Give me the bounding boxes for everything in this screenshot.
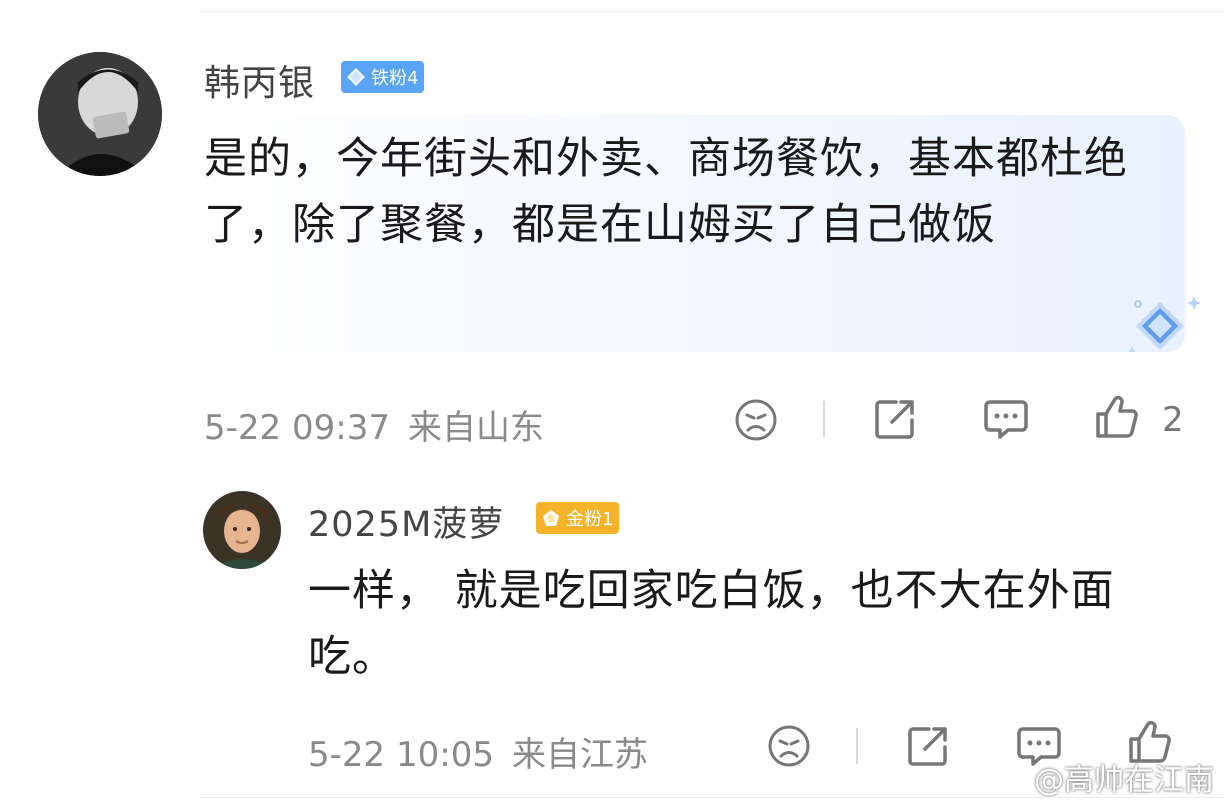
avatar[interactable] <box>38 52 162 176</box>
reply-meta: 5-22 10:05 来自江苏 <box>308 727 666 776</box>
reply-location: 来自江苏 <box>511 735 648 775</box>
reply-avatar[interactable] <box>203 491 281 569</box>
like-count: 2 <box>1162 400 1184 440</box>
diamond-icon <box>345 66 367 88</box>
bottom-divider <box>200 797 1224 798</box>
comment-icon <box>984 400 1028 439</box>
like-button[interactable] <box>1094 394 1140 440</box>
weibo-logo-icon <box>996 764 1032 792</box>
top-divider <box>200 11 1224 12</box>
like-icon <box>1096 395 1138 438</box>
watermark-text: @高帅在江南 <box>1034 763 1214 798</box>
fan-badge[interactable]: 铁粉4 <box>341 61 425 93</box>
username[interactable]: 韩丙银 <box>204 54 315 106</box>
badge-label: 铁粉4 <box>371 68 419 89</box>
pentagon-icon <box>540 507 562 529</box>
share-icon <box>875 400 914 439</box>
vip-gem-icon <box>1124 292 1204 360</box>
reply-timestamp: 5-22 10:05 <box>308 735 494 775</box>
timestamp: 5-22 09:37 <box>204 408 390 448</box>
share-icon <box>908 727 947 766</box>
reply-dislike-button[interactable] <box>766 723 812 769</box>
dislike-button[interactable] <box>733 397 779 443</box>
reply-badge-label: 金粉1 <box>566 509 614 530</box>
location: 来自山东 <box>407 408 544 448</box>
comment-button[interactable] <box>982 396 1030 442</box>
dislike-icon <box>735 399 777 441</box>
comment-meta: 5-22 09:37 来自山东 <box>204 400 562 449</box>
reply-username[interactable]: 2025M菠萝 <box>308 496 504 547</box>
action-separator <box>823 401 825 437</box>
share-button[interactable] <box>872 396 918 442</box>
watermark: @高帅在江南 <box>996 755 1214 799</box>
reply-text: 一样， 就是吃回家吃白饭，也不大在外面吃。 <box>308 566 1115 682</box>
comment-text: 是的，今年街头和外卖、商场餐饮，基本都杜绝了，除了聚餐，都是在山姆买了自己做饭 <box>204 134 1128 250</box>
dislike-icon <box>768 725 810 767</box>
reply-action-separator <box>856 728 858 764</box>
reply-share-button[interactable] <box>905 723 951 769</box>
reply-fan-badge[interactable]: 金粉1 <box>536 502 620 534</box>
